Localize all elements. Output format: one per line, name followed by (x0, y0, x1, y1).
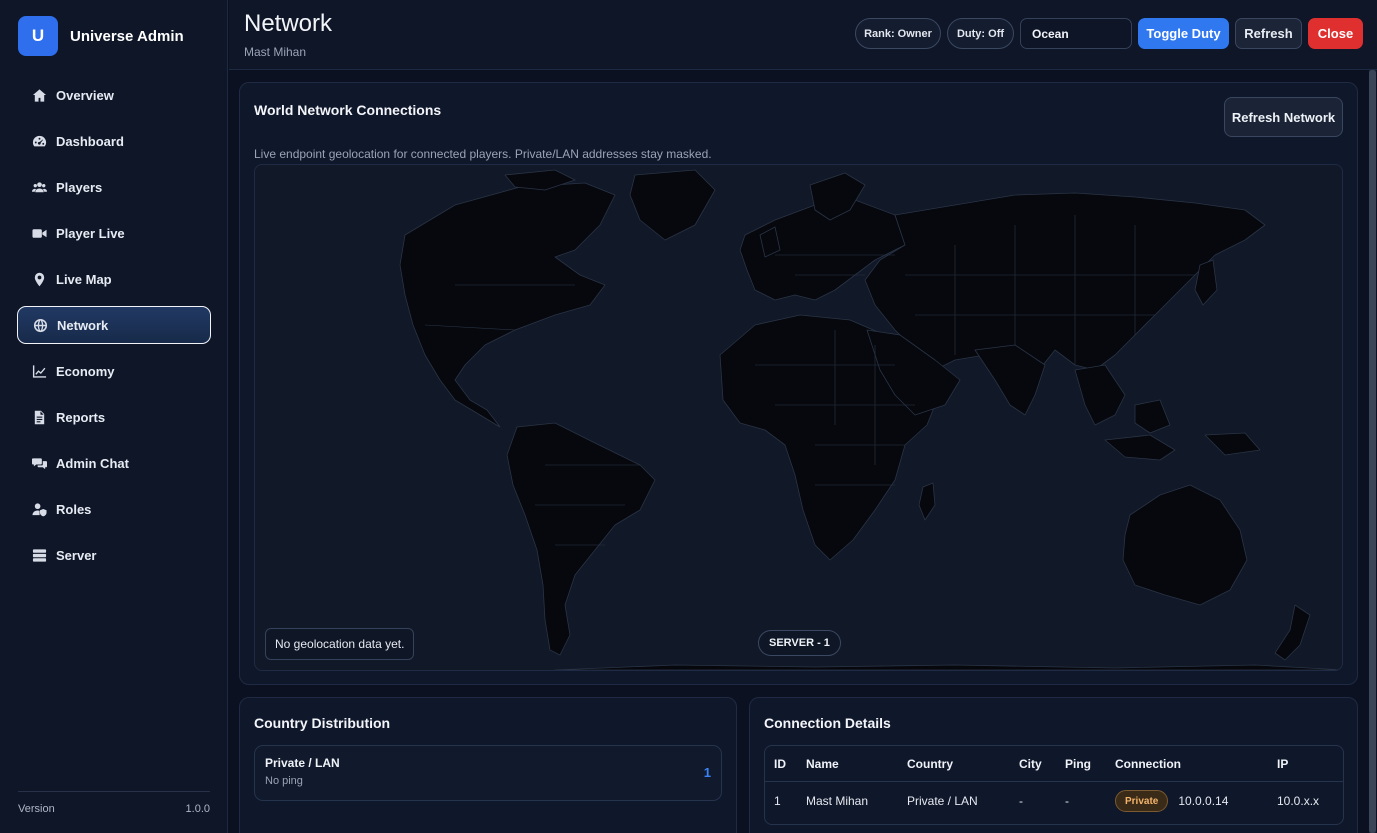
continent-southeast-asia (1074, 364, 1126, 426)
globe-icon (32, 317, 48, 333)
connection-table: ID Name Country City Ping Connection IP … (764, 745, 1344, 825)
connection-address: 10.0.0.14 (1178, 794, 1229, 808)
rank-badge: Rank: Owner (855, 18, 941, 49)
continent-new-zealand (1274, 604, 1311, 661)
video-camera-icon (31, 225, 47, 241)
country-item[interactable]: Private / LAN No ping 1 (254, 745, 722, 801)
sidebar-item-economy[interactable]: Economy (17, 352, 211, 390)
map-empty-note: No geolocation data yet. (265, 628, 415, 660)
sidebar-item-label: Player Live (56, 225, 125, 241)
sidebar-item-overview[interactable]: Overview (17, 76, 211, 114)
sidebar-item-dashboard[interactable]: Dashboard (17, 122, 211, 160)
cell-id: 1 (774, 794, 781, 808)
brand: U Universe Admin (18, 16, 184, 56)
cell-name: Mast Mihan (806, 794, 869, 808)
server-icon (31, 547, 47, 563)
gauge-icon (31, 133, 47, 149)
map-pin-icon (31, 271, 47, 287)
version-label: Version (18, 803, 55, 815)
panel-title: Connection Details (764, 715, 891, 731)
line-chart-icon (31, 363, 47, 379)
sidebar: U Universe Admin Overview Dashboard Play… (0, 0, 228, 833)
sidebar-item-player-live[interactable]: Player Live (17, 214, 211, 252)
column-header[interactable]: Connection (1115, 746, 1181, 782)
continent-madagascar (918, 482, 936, 521)
page-subtitle: Mast Mihan (244, 45, 307, 59)
version-row: Version 1.0.0 (18, 803, 210, 815)
column-header[interactable]: Country (907, 746, 953, 782)
cell-city: - (1019, 794, 1023, 808)
sidebar-item-roles[interactable]: Roles (17, 490, 211, 528)
sidebar-nav: Overview Dashboard Players Player Live L… (17, 76, 211, 582)
continent-australia (1122, 484, 1248, 606)
column-header[interactable]: City (1019, 746, 1042, 782)
sidebar-item-label: Roles (56, 501, 92, 517)
continent-indonesia (1104, 434, 1176, 461)
sidebar-item-players[interactable]: Players (17, 168, 211, 206)
document-icon (31, 409, 47, 425)
sidebar-item-label: Server (56, 547, 97, 563)
panel-title: World Network Connections (254, 102, 442, 118)
sidebar-item-label: Network (57, 317, 109, 333)
sidebar-item-admin-chat[interactable]: Admin Chat (17, 444, 211, 482)
continent-north-america (399, 182, 616, 428)
theme-select[interactable]: Ocean (1020, 18, 1132, 49)
panel-description: Live endpoint geolocation for connected … (254, 147, 712, 161)
country-distribution-panel: Country Distribution Private / LAN No pi… (239, 697, 737, 833)
world-map[interactable]: No geolocation data yet. SERVER - 1 (254, 164, 1343, 671)
world-map-graphic (399, 169, 1342, 670)
refresh-network-button[interactable]: Refresh Network (1224, 97, 1343, 137)
sidebar-item-live-map[interactable]: Live Map (17, 260, 211, 298)
panel-title: Country Distribution (254, 715, 391, 731)
sidebar-item-label: Live Map (56, 271, 112, 287)
sidebar-item-reports[interactable]: Reports (17, 398, 211, 436)
continent-new-guinea (1204, 432, 1261, 456)
scrollbar-thumb[interactable] (1369, 70, 1376, 833)
private-badge: Private (1115, 790, 1169, 812)
brand-name: Universe Admin (70, 27, 184, 45)
sidebar-item-label: Players (56, 179, 103, 195)
column-header[interactable]: IP (1277, 746, 1288, 782)
connection-details-panel: Connection Details ID Name Country City … (749, 697, 1358, 833)
continent-borneo (1134, 399, 1171, 434)
home-icon (31, 87, 47, 103)
sidebar-item-server[interactable]: Server (17, 536, 211, 574)
users-icon (31, 179, 47, 195)
table-header-row: ID Name Country City Ping Connection IP (765, 746, 1343, 782)
cell-ping: - (1065, 794, 1069, 808)
country-count: 1 (703, 765, 711, 780)
version-value: 1.0.0 (185, 803, 210, 815)
toggle-duty-button[interactable]: Toggle Duty (1138, 18, 1229, 49)
refresh-button[interactable]: Refresh (1235, 18, 1302, 49)
sidebar-item-label: Overview (56, 87, 114, 103)
page-title: Network (244, 10, 333, 37)
cell-connection: Private 10.0.0.14 (1115, 783, 1228, 819)
column-header[interactable]: Ping (1065, 746, 1091, 782)
sidebar-item-label: Admin Chat (56, 455, 129, 471)
continent-greenland (629, 169, 716, 241)
cell-ip: 10.0.x.x (1277, 794, 1320, 808)
continent-south-america (506, 422, 656, 656)
server-filter-pill[interactable]: SERVER - 1 (758, 630, 841, 656)
top-header: Network Mast Mihan Rank: Owner Duty: Off… (229, 0, 1377, 70)
cell-country: Private / LAN (907, 794, 978, 808)
column-header[interactable]: ID (774, 746, 786, 782)
column-header[interactable]: Name (806, 746, 839, 782)
page-scrollbar[interactable] (1369, 70, 1376, 833)
sidebar-item-network[interactable]: Network (17, 306, 211, 344)
country-ping: No ping (265, 775, 303, 787)
chat-bubbles-icon (31, 455, 47, 471)
sidebar-divider (18, 791, 210, 792)
sidebar-item-label: Reports (56, 409, 106, 425)
sidebar-item-label: Economy (56, 363, 115, 379)
duty-badge: Duty: Off (947, 18, 1014, 49)
sidebar-item-label: Dashboard (56, 133, 124, 149)
brand-logo: U (18, 16, 58, 56)
table-row[interactable]: 1 Mast Mihan Private / LAN - - Private 1… (765, 783, 1343, 819)
close-button[interactable]: Close (1308, 18, 1363, 49)
country-name: Private / LAN (265, 756, 340, 770)
continent-antarctica (554, 664, 1342, 670)
user-shield-icon (31, 501, 47, 517)
network-map-panel: World Network Connections Refresh Networ… (239, 82, 1358, 685)
